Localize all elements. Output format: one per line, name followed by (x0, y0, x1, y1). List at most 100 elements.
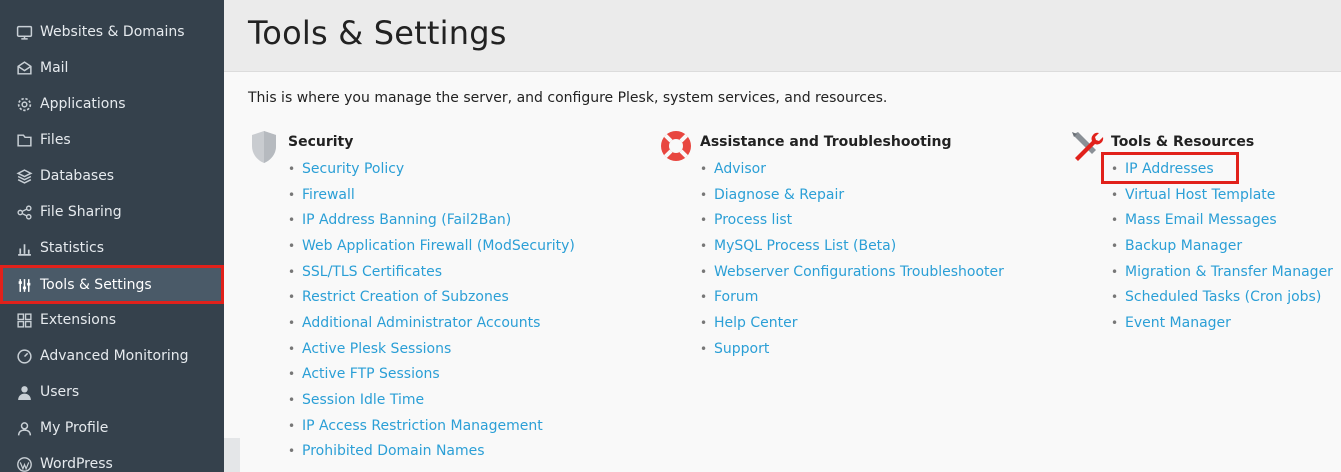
tools-links: • IP Addresses • Virtual Host Template • Ma… (1111, 156, 1333, 336)
link-mysql-process-list[interactable]: MySQL Process List (Beta) (714, 238, 896, 254)
sidebar-item-label: Databases (40, 168, 115, 184)
link-scheduled-tasks[interactable]: Scheduled Tasks (Cron jobs) (1125, 289, 1321, 305)
group-title-assistance: Assistance and Troubleshooting (700, 134, 952, 150)
list-item: • Webserver Configurations Troubleshooter (700, 263, 1004, 280)
page-header: Tools & Settings (224, 0, 1341, 72)
list-item: • Active Plesk Sessions (288, 340, 452, 357)
list-item: • Process list (700, 212, 793, 229)
extensions-icon (14, 310, 34, 330)
list-item: • Restrict Creation of Subzones (288, 289, 509, 306)
bar-chart-icon (14, 238, 34, 258)
sidebar-item-file-sharing[interactable]: File Sharing (0, 194, 224, 230)
sidebar-item-tools-settings[interactable]: Tools & Settings (0, 267, 224, 303)
profile-icon (14, 418, 34, 438)
security-links: • Security Policy • Firewall • IP Address B… (288, 156, 575, 464)
user-icon (14, 382, 34, 402)
gear-icon (14, 94, 34, 114)
link-backup-manager[interactable]: Backup Manager (1125, 238, 1242, 254)
sidebar-item-label: Applications (40, 96, 126, 112)
sidebar-item-mail[interactable]: Mail (0, 50, 224, 86)
link-process-list[interactable]: Process list (714, 212, 792, 228)
group-title-tools: Tools & Resources (1111, 134, 1255, 150)
list-item: • Active FTP Sessions (288, 366, 440, 383)
lifebuoy-icon (661, 131, 691, 161)
tools-icon (1072, 132, 1104, 161)
link-ip-address-banning[interactable]: IP Address Banning (Fail2Ban) (302, 212, 511, 228)
sidebar-item-label: Advanced Monitoring (40, 348, 189, 364)
link-virtual-host-template[interactable]: Virtual Host Template (1125, 187, 1275, 203)
page-title: Tools & Settings (248, 14, 507, 52)
list-item: • Firewall (288, 186, 355, 203)
list-item: • Diagnose & Repair (700, 186, 845, 203)
sidebar-item-extensions[interactable]: Extensions (0, 302, 224, 338)
link-additional-admin-accounts[interactable]: Additional Administrator Accounts (302, 315, 540, 331)
shield-icon (252, 131, 276, 163)
sidebar-item-label: Files (40, 132, 71, 148)
monitoring-icon (14, 346, 34, 366)
link-prohibited-domain-names[interactable]: Prohibited Domain Names (302, 443, 485, 459)
sidebar-item-websites-domains[interactable]: Websites & Domains (0, 14, 224, 50)
sidebar-item-label: My Profile (40, 420, 109, 436)
list-item: • Support (700, 340, 770, 357)
link-ip-addresses[interactable]: IP Addresses (1125, 161, 1214, 177)
link-webserver-config-troubleshooter[interactable]: Webserver Configurations Troubleshooter (714, 264, 1004, 280)
monitor-icon (14, 22, 34, 42)
sidebar-item-wordpress[interactable]: WordPress (0, 446, 224, 472)
list-item: • Security Policy (288, 160, 405, 177)
sidebar-item-label: Extensions (40, 312, 117, 328)
list-item: • Prohibited Domain Names (288, 443, 485, 460)
sliders-icon (14, 275, 34, 295)
list-item: • IP Addresses (1111, 160, 1214, 177)
link-help-center[interactable]: Help Center (714, 315, 798, 331)
link-ip-access-restriction[interactable]: IP Access Restriction Management (302, 418, 543, 434)
assistance-links: • Advisor • Diagnose & Repair • Process lis… (700, 156, 1004, 362)
sidebar-item-label: File Sharing (40, 204, 122, 220)
link-security-policy[interactable]: Security Policy (302, 161, 404, 177)
link-migration-transfer-manager[interactable]: Migration & Transfer Manager (1125, 264, 1333, 280)
link-ssl-tls-certificates[interactable]: SSL/TLS Certificates (302, 264, 442, 280)
list-item: • Virtual Host Template (1111, 186, 1276, 203)
sidebar-item-label: Users (40, 384, 80, 400)
link-support[interactable]: Support (714, 341, 769, 357)
sidebar: Websites & Domains Mail Applications Fil… (0, 0, 224, 472)
database-icon (14, 166, 34, 186)
sidebar-item-files[interactable]: Files (0, 122, 224, 158)
list-item: • IP Access Restriction Management (288, 417, 543, 434)
list-item: • Help Center (700, 314, 798, 331)
list-item: • Scheduled Tasks (Cron jobs) (1111, 289, 1322, 306)
list-item: • IP Address Banning (Fail2Ban) (288, 212, 512, 229)
link-mass-email-messages[interactable]: Mass Email Messages (1125, 212, 1277, 228)
link-advisor[interactable]: Advisor (714, 161, 766, 177)
link-forum[interactable]: Forum (714, 289, 758, 305)
list-item: • Event Manager (1111, 314, 1231, 331)
sidebar-item-applications[interactable]: Applications (0, 86, 224, 122)
folder-icon (14, 130, 34, 150)
sidebar-item-statistics[interactable]: Statistics (0, 230, 224, 266)
wordpress-icon (14, 454, 34, 472)
list-item: • Advisor (700, 160, 767, 177)
link-restrict-subzones[interactable]: Restrict Creation of Subzones (302, 289, 509, 305)
sidebar-item-my-profile[interactable]: My Profile (0, 410, 224, 446)
list-item: • Additional Administrator Accounts (288, 314, 541, 331)
list-item: • Session Idle Time (288, 392, 425, 409)
sidebar-item-users[interactable]: Users (0, 374, 224, 410)
link-session-idle-time[interactable]: Session Idle Time (302, 392, 424, 408)
sidebar-item-advanced-monitoring[interactable]: Advanced Monitoring (0, 338, 224, 374)
link-firewall[interactable]: Firewall (302, 187, 355, 203)
sidebar-item-label: Mail (40, 60, 69, 76)
sidebar-scroll-shadow (224, 438, 240, 472)
link-diagnose-repair[interactable]: Diagnose & Repair (714, 187, 844, 203)
mail-icon (14, 58, 34, 78)
link-active-ftp-sessions[interactable]: Active FTP Sessions (302, 366, 440, 382)
link-web-application-firewall[interactable]: Web Application Firewall (ModSecurity) (302, 238, 575, 254)
list-item: • Migration & Transfer Manager (1111, 263, 1333, 280)
list-item: • Forum (700, 289, 759, 306)
list-item: • Mass Email Messages (1111, 212, 1277, 229)
link-event-manager[interactable]: Event Manager (1125, 315, 1231, 331)
sidebar-item-databases[interactable]: Databases (0, 158, 224, 194)
list-item: • Web Application Firewall (ModSecurity) (288, 237, 575, 254)
link-active-plesk-sessions[interactable]: Active Plesk Sessions (302, 341, 451, 357)
list-item: • MySQL Process List (Beta) (700, 237, 897, 254)
list-item: • Backup Manager (1111, 237, 1243, 254)
page-description: This is where you manage the server, and… (248, 90, 888, 106)
